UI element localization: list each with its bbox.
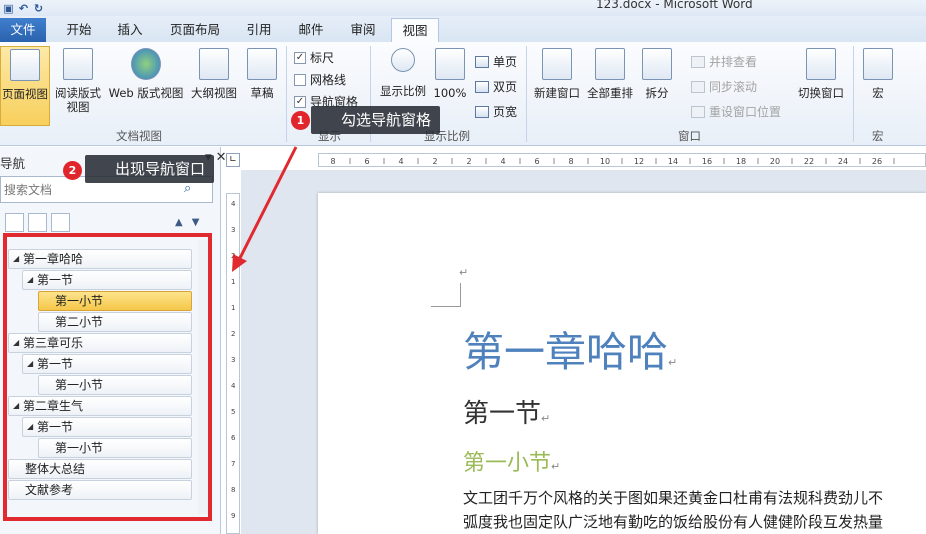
callout-text: 勾选导航窗格 — [341, 111, 432, 129]
step-badge: 1 — [291, 111, 310, 130]
callout-check-nav-pane: 勾选导航窗格 — [311, 106, 441, 134]
callout-nav-window: 出现导航窗口 — [85, 155, 215, 183]
annotation-arrow — [232, 146, 298, 272]
callout-text: 出现导航窗口 — [115, 160, 206, 178]
step-badge: 2 — [63, 161, 82, 180]
